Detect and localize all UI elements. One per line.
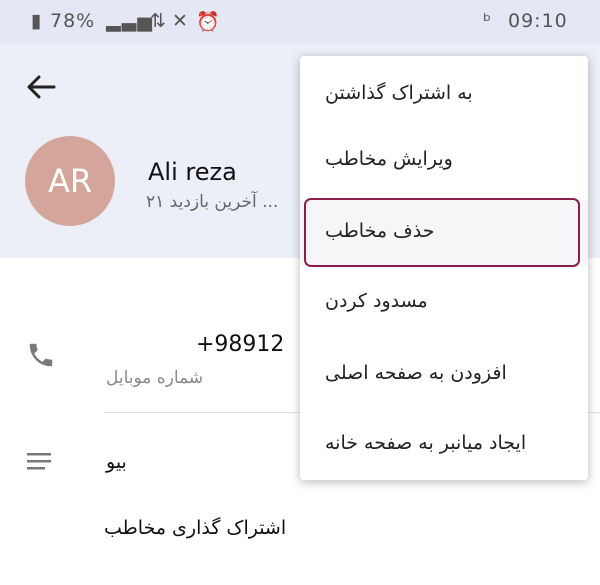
phone-number[interactable]: +98912 [196,332,284,357]
bio-label: بیو [106,451,127,473]
alarm-icon: ⏰ [196,11,221,33]
bio-lines-icon [27,453,51,470]
mute-icon: ✕ [172,10,189,32]
menu-item-share[interactable]: به اشتراک گذاشتن [300,62,588,128]
menu-item-label: ویرایش مخاطب [325,148,453,170]
phone-label: شماره موبایل [106,368,204,388]
menu-item-label: افزودن به صفحه اصلی [325,362,507,384]
battery-icon: ▮ [31,10,43,32]
clock-text: 09:10 [508,10,568,32]
data-icon: ⇅ [150,10,167,32]
status-bar: ▮ 78% ▂▃▅ ⇅ ✕ ⏰ ᵇ 09:10 [0,0,600,44]
menu-item-label: ایجاد میانبر به صفحه خانه [325,432,527,454]
signal-icon: ▂▃▅ [106,10,153,32]
menu-item-add-to-home[interactable]: افزودن به صفحه اصلی [300,342,588,408]
last-seen-text: آخرین بازدید ۲۱ ... [146,192,279,212]
share-contact-link[interactable]: اشتراک گذاری مخاطب [104,517,286,539]
notification-icon: ᵇ [483,10,493,32]
phone-icon [29,343,53,367]
avatar[interactable]: AR [25,136,115,226]
battery-text: 78% [50,10,96,32]
selection-highlight [304,198,580,267]
menu-item-label: به اشتراک گذاشتن [325,82,473,104]
menu-item-label: مسدود کردن [325,290,428,312]
contact-name: Ali reza [148,158,237,186]
menu-item-edit-contact[interactable]: ویرایش مخاطب [300,128,588,194]
back-arrow-icon[interactable] [24,70,58,104]
menu-item-block[interactable]: مسدود کردن [300,270,588,336]
menu-item-create-shortcut[interactable]: ایجاد میانبر به صفحه خانه [300,412,588,478]
overflow-menu: به اشتراک گذاشتن ویرایش مخاطب حذف مخاطب … [300,56,588,480]
